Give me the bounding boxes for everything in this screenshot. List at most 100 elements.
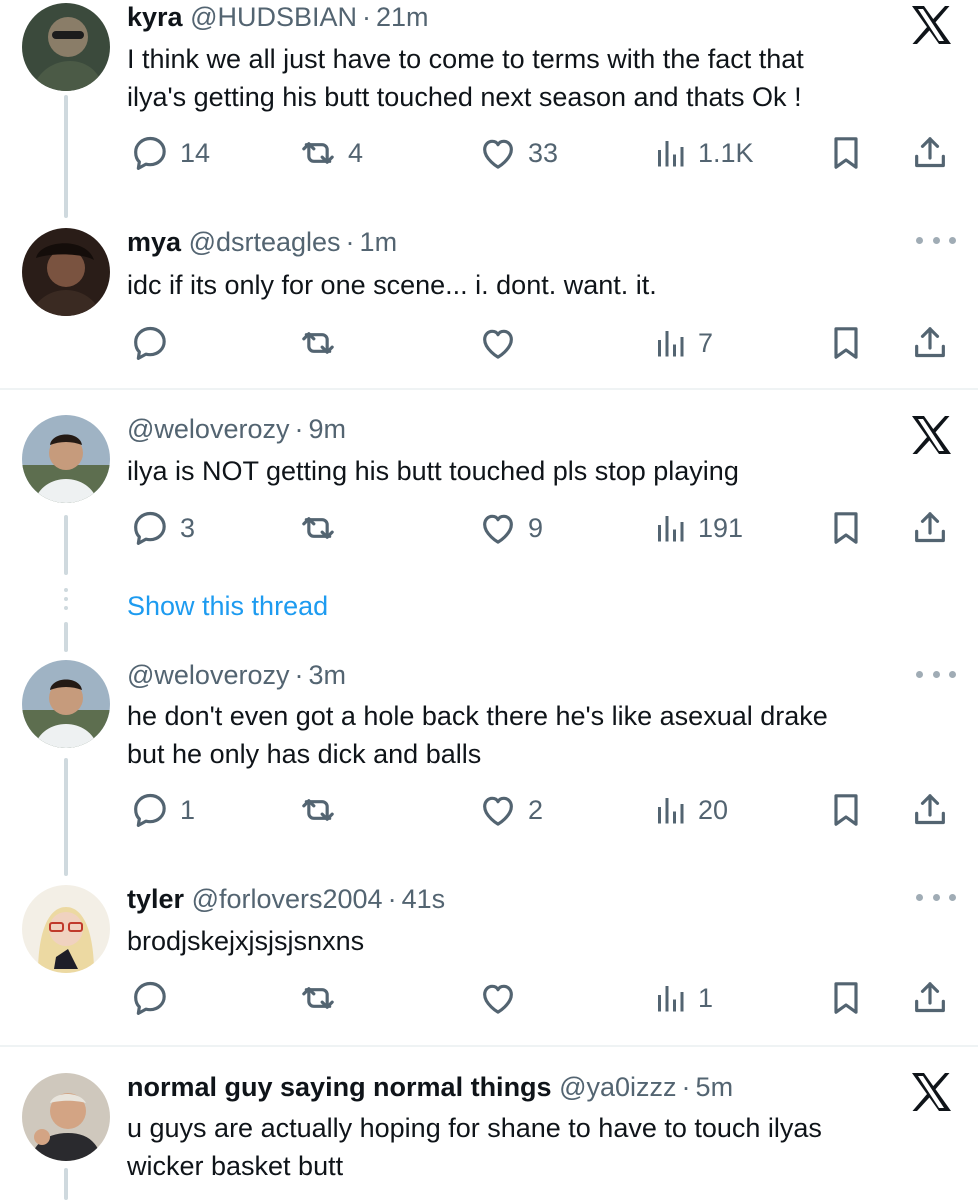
reply-icon — [130, 508, 170, 548]
share-button[interactable] — [910, 128, 950, 178]
reply-button[interactable]: 14 — [130, 128, 210, 178]
handle[interactable]: @forlovers2004 — [192, 884, 383, 914]
bookmark-button[interactable] — [826, 785, 866, 835]
more-icon[interactable] — [916, 671, 956, 683]
like-button[interactable] — [478, 318, 528, 368]
display-name[interactable]: normal guy saying normal things — [127, 1072, 552, 1102]
reply-count: 14 — [180, 137, 211, 168]
repost-icon — [298, 508, 338, 548]
tweet-text-line: but he only has dick and balls — [127, 739, 482, 769]
bookmark-button[interactable] — [826, 318, 866, 368]
show-thread-link[interactable]: Show this thread — [127, 591, 328, 622]
repost-button[interactable] — [298, 973, 348, 1023]
views-button[interactable]: 20 — [652, 785, 728, 835]
separator-dot: · — [294, 660, 304, 690]
views-icon — [652, 510, 688, 546]
repost-button[interactable] — [298, 785, 348, 835]
tweet-text-line: u guys are actually hoping for shane to … — [127, 1113, 822, 1143]
avatar[interactable] — [22, 415, 110, 503]
bookmark-button[interactable] — [826, 128, 866, 178]
tweet-divider — [0, 1045, 978, 1047]
handle[interactable]: @dsrteagles — [189, 227, 341, 257]
tweet-text-line: brodjskejxjsjsjsnxns — [127, 926, 365, 956]
share-button[interactable] — [910, 973, 950, 1023]
reply-icon — [130, 323, 170, 363]
timestamp[interactable]: 5m — [696, 1072, 734, 1102]
timestamp[interactable]: 1m — [360, 227, 398, 257]
tweet-text: he don't even got a hole back there he's… — [127, 697, 947, 773]
thread-line — [64, 622, 68, 652]
handle[interactable]: @weloverozy — [127, 660, 289, 690]
separator-dot: · — [294, 414, 304, 444]
bookmark-button[interactable] — [826, 973, 866, 1023]
thread-gap-dots — [64, 588, 68, 615]
tweet-header: kyra @HUDSBIAN · 21m — [127, 0, 429, 34]
tweet-text: idc if its only for one scene... i. dont… — [127, 266, 947, 304]
more-icon[interactable] — [916, 237, 956, 249]
reply-button[interactable] — [130, 318, 180, 368]
tweet-text-line: ilya's getting his butt touched next sea… — [127, 82, 802, 112]
views-button[interactable]: 1.1K — [652, 128, 754, 178]
like-button[interactable]: 2 — [478, 785, 543, 835]
repost-button[interactable] — [298, 503, 348, 553]
like-button[interactable] — [478, 973, 528, 1023]
avatar[interactable] — [22, 1073, 110, 1161]
display-name[interactable]: tyler — [127, 884, 184, 914]
action-bar: 14 4 33 1.1K — [0, 128, 978, 178]
timestamp[interactable]: 3m — [308, 660, 346, 690]
action-bar: 1 — [0, 973, 978, 1023]
handle[interactable]: @weloverozy — [127, 414, 289, 444]
tweet-text-line: ilya is NOT getting his butt touched pls… — [127, 456, 739, 486]
share-icon — [910, 508, 950, 548]
avatar[interactable] — [22, 3, 110, 91]
view-count: 7 — [698, 327, 714, 358]
share-button[interactable] — [910, 785, 950, 835]
separator-dot: · — [362, 2, 372, 32]
avatar[interactable] — [22, 228, 110, 316]
more-icon[interactable] — [916, 894, 956, 906]
display-name[interactable]: kyra — [127, 2, 183, 32]
reply-button[interactable]: 1 — [130, 785, 195, 835]
avatar[interactable] — [22, 660, 110, 748]
handle[interactable]: @HUDSBIAN — [190, 2, 357, 32]
view-count: 191 — [698, 512, 744, 543]
tweet-text-line: he don't even got a hole back there he's… — [127, 701, 828, 731]
separator-dot: · — [387, 884, 397, 914]
view-count: 1.1K — [698, 137, 754, 168]
share-button[interactable] — [910, 318, 950, 368]
like-count: 33 — [528, 137, 559, 168]
like-icon — [478, 323, 518, 363]
thread-line — [64, 1168, 68, 1200]
timestamp[interactable]: 9m — [308, 414, 346, 444]
handle[interactable]: @ya0izzz — [559, 1072, 676, 1102]
like-button[interactable]: 33 — [478, 128, 558, 178]
bookmark-icon — [826, 508, 866, 548]
avatar[interactable] — [22, 885, 110, 973]
like-count: 2 — [528, 794, 544, 825]
views-icon — [652, 792, 688, 828]
reply-icon — [130, 133, 170, 173]
views-icon — [652, 325, 688, 361]
bookmark-icon — [826, 790, 866, 830]
action-bar: 7 — [0, 318, 978, 368]
x-logo-icon[interactable] — [909, 413, 953, 457]
repost-button[interactable] — [298, 318, 348, 368]
like-button[interactable]: 9 — [478, 503, 543, 553]
views-button[interactable]: 191 — [652, 503, 743, 553]
display-name[interactable]: mya — [127, 227, 181, 257]
reply-button[interactable]: 3 — [130, 503, 195, 553]
repost-button[interactable]: 4 — [298, 128, 363, 178]
bookmark-button[interactable] — [826, 503, 866, 553]
views-button[interactable]: 7 — [652, 318, 713, 368]
timestamp[interactable]: 41s — [402, 884, 446, 914]
views-button[interactable]: 1 — [652, 973, 713, 1023]
reply-button[interactable] — [130, 973, 180, 1023]
share-button[interactable] — [910, 503, 950, 553]
x-logo-icon[interactable] — [909, 1070, 953, 1114]
view-count: 1 — [698, 982, 714, 1013]
repost-icon — [298, 133, 338, 173]
repost-icon — [298, 323, 338, 363]
timestamp[interactable]: 21m — [376, 2, 429, 32]
repost-icon — [298, 978, 338, 1018]
action-bar: 3 9 191 — [0, 503, 978, 553]
